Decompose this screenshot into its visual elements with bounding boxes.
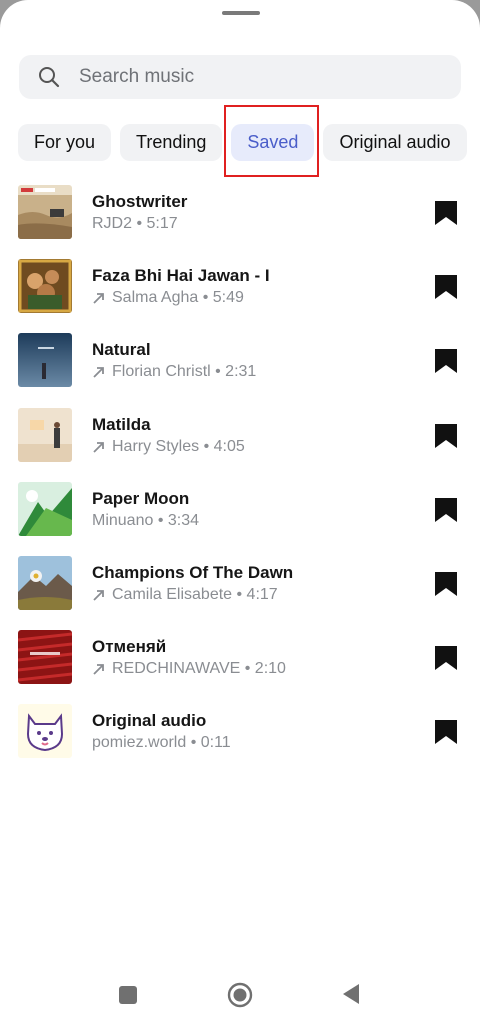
track-artist-duration: Minuano • 3:34 xyxy=(92,511,200,529)
bookmark-icon[interactable] xyxy=(434,719,458,745)
track-title: Matilda xyxy=(92,414,151,434)
track-subtitle: RJD2 • 5:17 xyxy=(92,215,178,233)
music-picker-sheet: For you Trending Saved Original audio Gh… xyxy=(0,0,480,1024)
bookmark-icon[interactable] xyxy=(434,423,458,449)
track-subtitle: REDCHINAWAVE • 2:10 xyxy=(92,660,286,678)
track-row[interactable]: Отменяй REDCHINAWAVE • 2:10 xyxy=(0,621,480,695)
home-button[interactable] xyxy=(227,982,253,1008)
track-subtitle: Camila Elisabete • 4:17 xyxy=(92,586,278,604)
track-title: Отменяй xyxy=(92,637,167,657)
track-title: Natural xyxy=(92,340,151,360)
bookmark-icon[interactable] xyxy=(434,348,458,374)
trending-arrow-icon xyxy=(93,293,104,304)
natural-cover xyxy=(18,333,72,388)
track-row[interactable]: Original audio pomiez.world • 0:11 xyxy=(0,695,480,769)
champions-cover xyxy=(18,555,72,610)
back-button[interactable] xyxy=(342,983,360,1005)
track-row[interactable]: Natural Florian Christl • 2:31 xyxy=(0,324,480,398)
track-row[interactable]: Paper Moon Minuano • 3:34 xyxy=(0,473,480,547)
trending-arrow-icon xyxy=(93,590,104,601)
track-title: Champions Of The Dawn xyxy=(92,562,294,582)
tab-saved[interactable]: Saved xyxy=(231,124,315,161)
matilda-cover xyxy=(18,407,72,462)
track-row[interactable]: Matilda Harry Styles • 4:05 xyxy=(0,399,480,473)
track-artist-duration: Camila Elisabete • 4:17 xyxy=(112,585,278,603)
trending-arrow-icon xyxy=(93,664,104,675)
track-title: Ghostwriter xyxy=(92,192,188,211)
track-subtitle: pomiez.world • 0:11 xyxy=(92,734,231,752)
trending-arrow-icon xyxy=(93,441,104,453)
track-subtitle: Minuano • 3:34 xyxy=(92,512,199,530)
track-subtitle: Salma Agha • 5:49 xyxy=(92,289,244,307)
search-icon xyxy=(19,66,79,88)
track-artist-duration: pomiez.world • 0:11 xyxy=(92,734,231,752)
track-artist-duration: REDCHINAWAVE • 2:10 xyxy=(112,660,286,678)
track-artist-duration: Harry Styles • 4:05 xyxy=(112,437,245,455)
faza-cover xyxy=(18,259,72,314)
bookmark-icon[interactable] xyxy=(434,571,458,597)
track-artist-duration: Salma Agha • 5:49 xyxy=(112,289,244,307)
track-title: Faza Bhi Hai Jawan - I xyxy=(92,266,270,286)
bookmark-icon[interactable] xyxy=(434,200,458,226)
track-row[interactable]: Champions Of The Dawn Camila Elisabete •… xyxy=(0,547,480,621)
bookmark-icon[interactable] xyxy=(434,645,458,671)
track-row[interactable]: Faza Bhi Hai Jawan - I Salma Agha • 5:49 xyxy=(0,250,480,324)
track-artist-duration: RJD2 • 5:17 xyxy=(92,215,178,232)
bookmark-icon[interactable] xyxy=(434,497,458,523)
otmenyai-cover xyxy=(18,630,72,685)
track-subtitle: Harry Styles • 4:05 xyxy=(92,438,245,456)
dog-avatar-cover xyxy=(18,704,72,759)
paper-moon-cover xyxy=(18,481,72,536)
tab-for-you[interactable]: For you xyxy=(18,124,112,161)
bookmark-icon[interactable] xyxy=(434,274,458,300)
trending-arrow-icon xyxy=(93,367,104,379)
tab-original-audio[interactable]: Original audio xyxy=(323,124,467,161)
drag-handle[interactable] xyxy=(222,11,260,15)
system-navigation-bar xyxy=(0,970,480,1024)
track-subtitle: Florian Christl • 2:31 xyxy=(92,363,256,381)
track-row[interactable]: Ghostwriter RJD2 • 5:17 xyxy=(0,176,480,250)
tab-trending[interactable]: Trending xyxy=(120,124,223,161)
track-list: Ghostwriter RJD2 • 5:17 Faza Bhi Hai Jaw… xyxy=(0,176,480,770)
track-artist-duration: Florian Christl • 2:31 xyxy=(112,363,257,381)
search-input[interactable] xyxy=(79,66,439,88)
search-bar[interactable] xyxy=(19,55,461,99)
track-title: Paper Moon xyxy=(92,488,190,508)
ghostwriter-cover xyxy=(18,185,72,239)
track-title: Original audio xyxy=(92,711,207,731)
recents-button[interactable] xyxy=(119,986,137,1004)
tab-saved-wrapper: Saved xyxy=(224,105,323,177)
filter-tabs: For you Trending Saved Original audio xyxy=(18,105,476,177)
